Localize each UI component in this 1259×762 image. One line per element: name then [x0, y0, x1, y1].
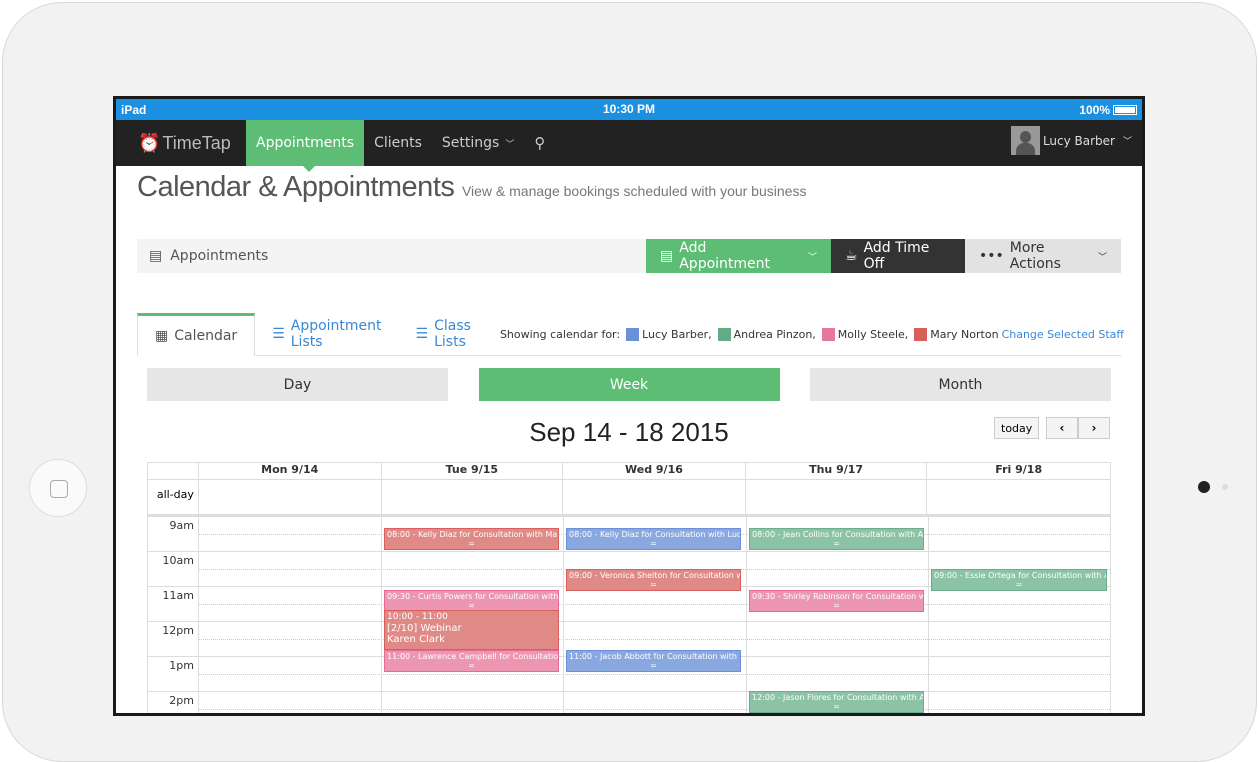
week-view-button[interactable]: Week [478, 368, 780, 401]
alarm-clock-icon: ⏰ [138, 132, 161, 153]
sensor [1222, 484, 1228, 490]
more-actions-button[interactable]: ••• More Actions ﹀ [965, 239, 1121, 273]
all-day-cell[interactable] [926, 480, 1110, 514]
staff-name: Molly Steele, [837, 327, 909, 341]
day-header: Thu 9/17 [744, 463, 927, 479]
chevron-down-icon: ﹀ [505, 139, 515, 150]
appointment-event[interactable]: 08:00 - Kelly Diaz for Consultation with… [566, 528, 741, 550]
hour-label: 1pm [169, 659, 194, 672]
staff-color-swatch [626, 327, 640, 341]
staff-color-swatch [914, 327, 928, 341]
hour-label: 12pm [162, 624, 194, 637]
chevron-down-icon: ﹀ [807, 252, 817, 263]
day-header: Tue 9/15 [380, 463, 563, 479]
more-actions-label: More Actions [1009, 240, 1061, 272]
tab-appointment-lists[interactable]: ☰ Appointment Lists [255, 313, 398, 355]
all-day-cell[interactable] [197, 480, 381, 514]
section-label: ▤ Appointments [137, 239, 646, 273]
tab-calendar[interactable]: ▦ Calendar [137, 313, 256, 356]
home-button[interactable] [29, 459, 87, 517]
tab-bar: ▦ Calendar ☰ Appointment Lists ☰ Class List… [137, 313, 1124, 356]
date-range: Sep 14 - 18 2015 [529, 417, 729, 447]
time-grid[interactable]: 9am 10am 11am 12pm 1pm 2pm 08:00 - Kelly… [148, 517, 1110, 713]
clock: 10:30 PM [602, 102, 656, 116]
all-day-cell[interactable] [562, 480, 745, 514]
appointment-event[interactable]: 09:00 - Essie Ortega for Consultation wi… [931, 569, 1107, 591]
logo[interactable]: ⏰ TimeTap [116, 120, 246, 166]
book-icon: ▤ [149, 248, 163, 264]
coffee-icon: ☕ [845, 248, 858, 264]
add-time-off-label: Add Time Off [863, 240, 930, 272]
nav-appointments[interactable]: Appointments [246, 120, 365, 172]
list-icon: ☰ [415, 326, 429, 342]
nav-settings-label: Settings [441, 135, 500, 151]
today-button[interactable]: today [994, 417, 1040, 439]
tab-class-lists[interactable]: ☰ Class Lists [399, 313, 488, 355]
book-icon: ▤ [660, 248, 674, 264]
showing-label: Showing calendar for: [499, 327, 621, 341]
add-appointment-label: Add Appointment [679, 240, 771, 272]
staff-color-swatch [821, 327, 835, 341]
ellipsis-icon: ••• [979, 248, 1004, 264]
section-label-text: Appointments [170, 248, 269, 264]
class-event[interactable]: 10:00 - 11:00 [2/10] Webinar Karen Clark [384, 610, 559, 650]
appointment-event[interactable]: 09:30 - Shirley Robinson for Consultatio… [749, 590, 924, 612]
all-day-cell[interactable] [744, 480, 927, 514]
corner [148, 463, 198, 479]
add-appointment-button[interactable]: ▤ Add Appointment ﹀ [646, 239, 831, 273]
day-header: Fri 9/18 [926, 463, 1110, 479]
nav-clients[interactable]: Clients [364, 120, 432, 166]
page-title: Calendar & Appointments View & manage bo… [137, 171, 806, 204]
tab-label: Class Lists [434, 318, 471, 350]
hour-label: 9am [169, 519, 194, 532]
chevron-down-icon: ﹀ [1122, 137, 1132, 147]
page-subtitle: View & manage bookings scheduled with yo… [461, 183, 807, 199]
day-view-button[interactable]: Day [147, 368, 448, 401]
tab-label: Calendar [174, 327, 238, 344]
hour-label: 10am [162, 554, 194, 567]
staff-name: Lucy Barber, [642, 327, 712, 341]
user-name: Lucy Barber [1042, 133, 1115, 148]
appointment-event[interactable]: 12:00 - Jason Flores for Consultation wi… [749, 691, 924, 713]
camera [1198, 481, 1210, 493]
appointment-event[interactable]: 09:00 - Veronica Shelton for Consultatio… [566, 569, 741, 591]
avatar [1010, 126, 1040, 155]
user-menu[interactable]: Lucy Barber ﹀ [1010, 126, 1132, 155]
calendar-icon: ▦ [155, 327, 169, 344]
day-header: Mon 9/14 [197, 463, 381, 479]
add-time-off-button[interactable]: ☕ Add Time Off [831, 239, 965, 273]
tab-label: Appointment Lists [290, 318, 382, 350]
status-bar: iPad 10:30 PM 100% [116, 99, 1142, 120]
appointment-event[interactable]: 09:30 - Curtis Powers for Consultation w… [384, 590, 559, 612]
staff-name: Andrea Pinzon, [733, 327, 816, 341]
staff-color-swatch [717, 327, 731, 341]
view-switcher: Day Week Month [147, 368, 1111, 401]
staff-filter: Showing calendar for: Lucy Barber, Andre… [500, 313, 1124, 355]
week-calendar: Mon 9/14 Tue 9/15 Wed 9/16 Thu 9/17 Fri … [147, 462, 1111, 713]
all-day-label: all-day [156, 488, 194, 501]
top-nav: ⏰ TimeTap Appointments Clients Settings ﹀ … [116, 120, 1142, 172]
prev-button[interactable]: ‹ [1046, 417, 1078, 439]
hour-label: 11am [162, 589, 194, 602]
appointment-event[interactable]: 08:00 - Kelly Diaz for Consultation with… [384, 528, 559, 550]
action-bar: ▤ Appointments ▤ Add Appointment ﹀ ☕ Add Tim… [137, 239, 1121, 273]
staff-name: Mary Norton [930, 327, 999, 341]
all-day-cell[interactable] [380, 480, 563, 514]
nav-settings[interactable]: Settings ﹀ [432, 120, 524, 166]
chevron-down-icon: ﹀ [1097, 252, 1107, 263]
month-view-button[interactable]: Month [810, 368, 1111, 401]
next-button[interactable]: › [1078, 417, 1110, 439]
page-title-text: Calendar & Appointments [137, 171, 455, 203]
appointment-event[interactable]: 11:00 - Jacob Abbott for Consultation wi… [566, 650, 741, 672]
day-header: Wed 9/16 [562, 463, 745, 479]
search-icon[interactable]: ⚲ [524, 120, 555, 166]
change-staff-link[interactable]: Change Selected Staff [1002, 328, 1124, 341]
list-icon: ☰ [272, 326, 285, 342]
appointment-event[interactable]: 11:00 - Lawrence Campbell for Consultati… [384, 650, 559, 672]
screen: iPad 10:30 PM 100% ⏰ TimeTap Appointments… [113, 96, 1145, 716]
appointment-event[interactable]: 08:00 - Jean Collins for Consultation wi… [749, 528, 924, 550]
hour-label: 2pm [169, 694, 194, 707]
logo-text: TimeTap [162, 132, 231, 153]
